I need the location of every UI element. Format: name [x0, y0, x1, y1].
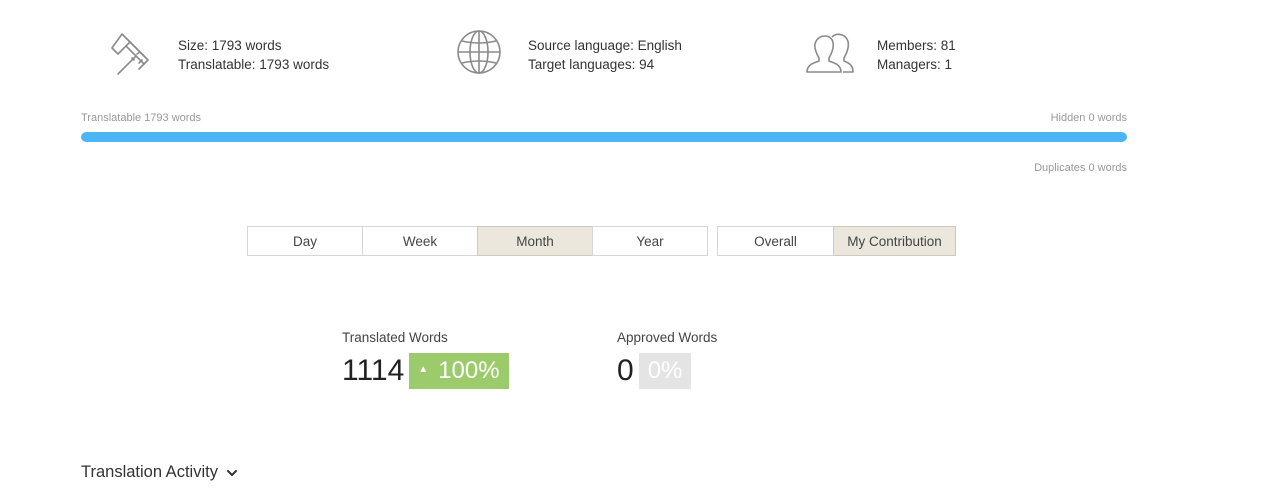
triangle-up-icon: ▲: [418, 363, 429, 375]
translated-words-label: Translated Words: [342, 330, 448, 345]
globe-icon: [457, 30, 501, 74]
managers-label: Managers: 1: [877, 57, 953, 72]
translatable-words-label: Translatable 1793 words: [81, 112, 202, 124]
scope-filter: Overall My Contribution: [717, 226, 956, 256]
translated-words-metric: Translated Words 1114 ▲ 100%: [342, 330, 509, 389]
period-month-button[interactable]: Month: [477, 226, 593, 256]
translated-change-badge: ▲ 100%: [409, 353, 509, 389]
size-label: Size: 1793 words: [178, 38, 282, 53]
section-title: Translation Activity: [81, 463, 218, 481]
members-label: Members: 81: [877, 38, 956, 53]
scope-my-contribution-button[interactable]: My Contribution: [833, 226, 956, 256]
approved-change-value: 0%: [647, 357, 683, 384]
hidden-words-label: Hidden 0 words: [1050, 112, 1127, 124]
approved-change-badge: 0%: [638, 353, 692, 389]
period-filter: Day Week Month Year: [247, 226, 708, 256]
source-language-label: Source language: English: [528, 38, 682, 53]
duplicates-words-label: Duplicates 0 words: [1034, 162, 1127, 174]
caliper-icon: [111, 33, 149, 75]
period-day-button[interactable]: Day: [247, 226, 363, 256]
translatable-label: Translatable: 1793 words: [178, 57, 330, 72]
approved-words-value: 0: [617, 354, 634, 387]
scope-overall-button[interactable]: Overall: [717, 226, 834, 256]
users-icon: [806, 33, 854, 73]
period-year-button[interactable]: Year: [592, 226, 708, 256]
approved-words-label: Approved Words: [617, 330, 718, 345]
chevron-down-icon: [226, 469, 237, 476]
translation-activity-toggle[interactable]: Translation Activity: [81, 463, 238, 482]
period-week-button[interactable]: Week: [362, 226, 478, 256]
progress-fill: [81, 132, 1127, 142]
approved-words-metric: Approved Words 0 0%: [617, 330, 717, 389]
target-languages-label: Target languages: 94: [528, 57, 655, 72]
translated-words-value: 1114: [342, 354, 405, 387]
translated-change-value: 100%: [438, 357, 500, 384]
words-progress-bar: [81, 132, 1127, 142]
